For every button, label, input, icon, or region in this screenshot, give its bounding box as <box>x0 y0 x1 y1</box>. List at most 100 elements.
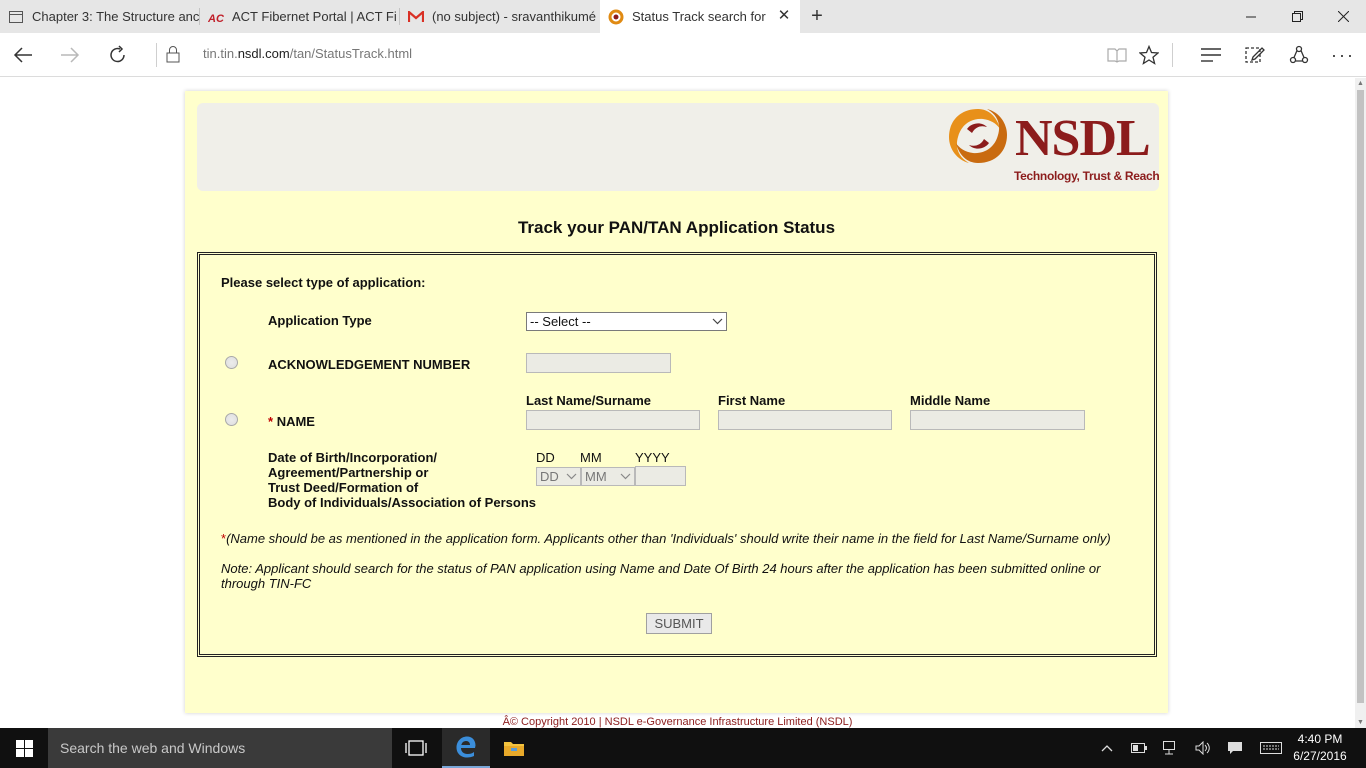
mm-label: MM <box>580 450 602 465</box>
copyright-footer: Â© Copyright 2010 | NSDL e-Governance In… <box>502 716 853 728</box>
last-name-label: Last Name/Surname <box>526 393 651 408</box>
network-icon[interactable] <box>1156 728 1186 768</box>
close-window-icon[interactable] <box>1320 0 1366 33</box>
dob-year-input[interactable] <box>635 466 686 486</box>
scroll-up-icon[interactable]: ▲ <box>1357 80 1364 87</box>
tab-label: (no subject) - sravanthikumé <box>432 9 597 24</box>
address-bar: tin.tin.nsdl.com/tan/StatusTrack.html ··… <box>0 33 1366 77</box>
url-field[interactable]: tin.tin.nsdl.com/tan/StatusTrack.html <box>203 46 412 61</box>
web-note-icon[interactable] <box>1233 33 1277 77</box>
required-mark: * <box>268 414 274 429</box>
svg-text:ACT: ACT <box>208 13 224 24</box>
chevron-down-icon <box>712 313 723 336</box>
url-domain: nsdl.com <box>237 46 290 61</box>
dob-day-select[interactable]: DD <box>536 467 581 486</box>
page-header: NSDL Technology, Trust & Reach <box>197 103 1160 191</box>
windows-taskbar: Search the web and Windows 4:40 PM 6/27/… <box>0 728 1366 768</box>
file-explorer-icon[interactable] <box>490 728 538 768</box>
back-icon[interactable] <box>0 33 46 77</box>
last-name-input[interactable] <box>526 410 700 430</box>
tab-status-track[interactable]: Status Track search for F ✕ <box>600 0 800 33</box>
chevron-down-icon <box>620 468 631 491</box>
taskbar-clock[interactable]: 4:40 PM 6/27/2016 <box>1290 731 1350 765</box>
dob-month-select[interactable]: MM <box>581 467 635 486</box>
acknowledgement-radio[interactable] <box>225 356 238 369</box>
url-prefix: tin.tin. <box>203 46 238 61</box>
close-tab-icon[interactable]: ✕ <box>776 8 792 24</box>
chevron-down-icon <box>566 468 577 491</box>
clock-time: 4:40 PM <box>1297 732 1343 746</box>
minimize-icon[interactable] <box>1228 0 1274 33</box>
page-container: NSDL Technology, Trust & Reach Track you… <box>185 91 1168 713</box>
tab-act-fibernet[interactable]: ACT ACT Fibernet Portal | ACT Fi <box>200 0 399 33</box>
dob-label-line: Body of Individuals/Association of Perso… <box>268 495 536 510</box>
nsdl-logo-emblem-icon <box>949 109 1007 163</box>
yyyy-label: YYYY <box>635 450 670 465</box>
task-view-icon[interactable] <box>392 728 440 768</box>
page-scrollbar[interactable]: ▲ ▼ <box>1355 78 1366 728</box>
select-type-label: Please select type of application: <box>221 275 426 290</box>
dob-label: Date of Birth/Incorporation/ Agreement/P… <box>268 450 536 510</box>
tab-label: Status Track search for F <box>632 9 768 24</box>
middle-name-label: Middle Name <box>910 393 991 408</box>
share-icon[interactable] <box>1277 33 1321 77</box>
windows-start-icon[interactable] <box>0 728 48 768</box>
browser-tab-bar: Chapter 3: The Structure anc ACT ACT Fib… <box>0 0 1366 33</box>
new-tab-icon[interactable]: + <box>806 5 828 27</box>
logo-text: NSDL <box>1015 110 1151 167</box>
nsdl-icon <box>608 9 624 25</box>
lock-icon[interactable] <box>166 45 182 65</box>
name-field-label: * NAME <box>268 414 315 429</box>
middle-name-input[interactable] <box>910 410 1085 430</box>
dob-label-line: Trust Deed/Formation of <box>268 480 419 495</box>
restore-icon[interactable] <box>1274 0 1320 33</box>
application-type-value: -- Select -- <box>530 314 591 329</box>
url-path: /tan/StatusTrack.html <box>289 46 413 61</box>
volume-icon[interactable] <box>1188 728 1218 768</box>
clock-date: 6/27/2016 <box>1293 749 1347 763</box>
application-type-label: Application Type <box>268 313 372 328</box>
favorite-star-icon[interactable] <box>1127 33 1171 77</box>
name-note: *(Name should be as mentioned in the app… <box>221 531 1141 546</box>
acknowledgement-label: ACKNOWLEDGEMENT NUMBER <box>268 357 471 372</box>
scroll-thumb[interactable] <box>1357 90 1364 703</box>
nsdl-logo[interactable]: NSDL Technology, Trust & Reach <box>935 105 1160 185</box>
name-label: NAME <box>276 414 315 429</box>
name-radio[interactable] <box>225 413 238 426</box>
scroll-down-icon[interactable]: ▼ <box>1357 719 1364 726</box>
application-type-select[interactable]: -- Select -- <box>526 312 727 331</box>
dob-label-line: Agreement/Partnership or <box>268 465 429 480</box>
more-actions-icon[interactable]: ··· <box>1321 33 1365 77</box>
tab-label: ACT Fibernet Portal | ACT Fi <box>232 9 397 24</box>
dob-day-value: DD <box>540 469 559 484</box>
tab-label: Chapter 3: The Structure anc <box>32 9 199 24</box>
battery-icon[interactable] <box>1124 728 1154 768</box>
hub-icon[interactable] <box>1189 33 1233 77</box>
show-hidden-icons-icon[interactable] <box>1092 728 1122 768</box>
page-icon <box>8 9 24 25</box>
acknowledgement-number-input[interactable] <box>526 353 671 373</box>
gmail-icon <box>408 9 424 25</box>
dob-month-value: MM <box>585 469 607 484</box>
keyboard-icon[interactable] <box>1254 728 1288 768</box>
action-center-icon[interactable] <box>1220 728 1250 768</box>
search-note: Note: Applicant should search for the st… <box>221 561 1101 591</box>
taskbar-search-input[interactable]: Search the web and Windows <box>48 728 392 768</box>
act-icon: ACT <box>208 9 224 25</box>
page-title: Track your PAN/TAN Application Status <box>517 218 836 237</box>
page-viewport: NSDL Technology, Trust & Reach Track you… <box>0 78 1355 728</box>
edge-browser-icon[interactable] <box>442 728 490 768</box>
divider <box>1172 43 1173 67</box>
refresh-icon[interactable] <box>95 33 141 77</box>
dob-label-line: Date of Birth/Incorporation/ <box>268 450 437 465</box>
submit-button[interactable]: SUBMIT <box>646 613 712 634</box>
tab-gmail[interactable]: (no subject) - sravanthikumé <box>400 0 600 33</box>
tab-chapter-3[interactable]: Chapter 3: The Structure anc <box>0 0 199 33</box>
dd-label: DD <box>536 450 555 465</box>
logo-tagline: Technology, Trust & Reach <box>1014 169 1160 183</box>
first-name-label: First Name <box>718 393 786 408</box>
first-name-input[interactable] <box>718 410 892 430</box>
divider <box>156 43 157 67</box>
name-note-text: (Name should be as mentioned in the appl… <box>226 531 1111 546</box>
forward-icon[interactable] <box>47 33 93 77</box>
